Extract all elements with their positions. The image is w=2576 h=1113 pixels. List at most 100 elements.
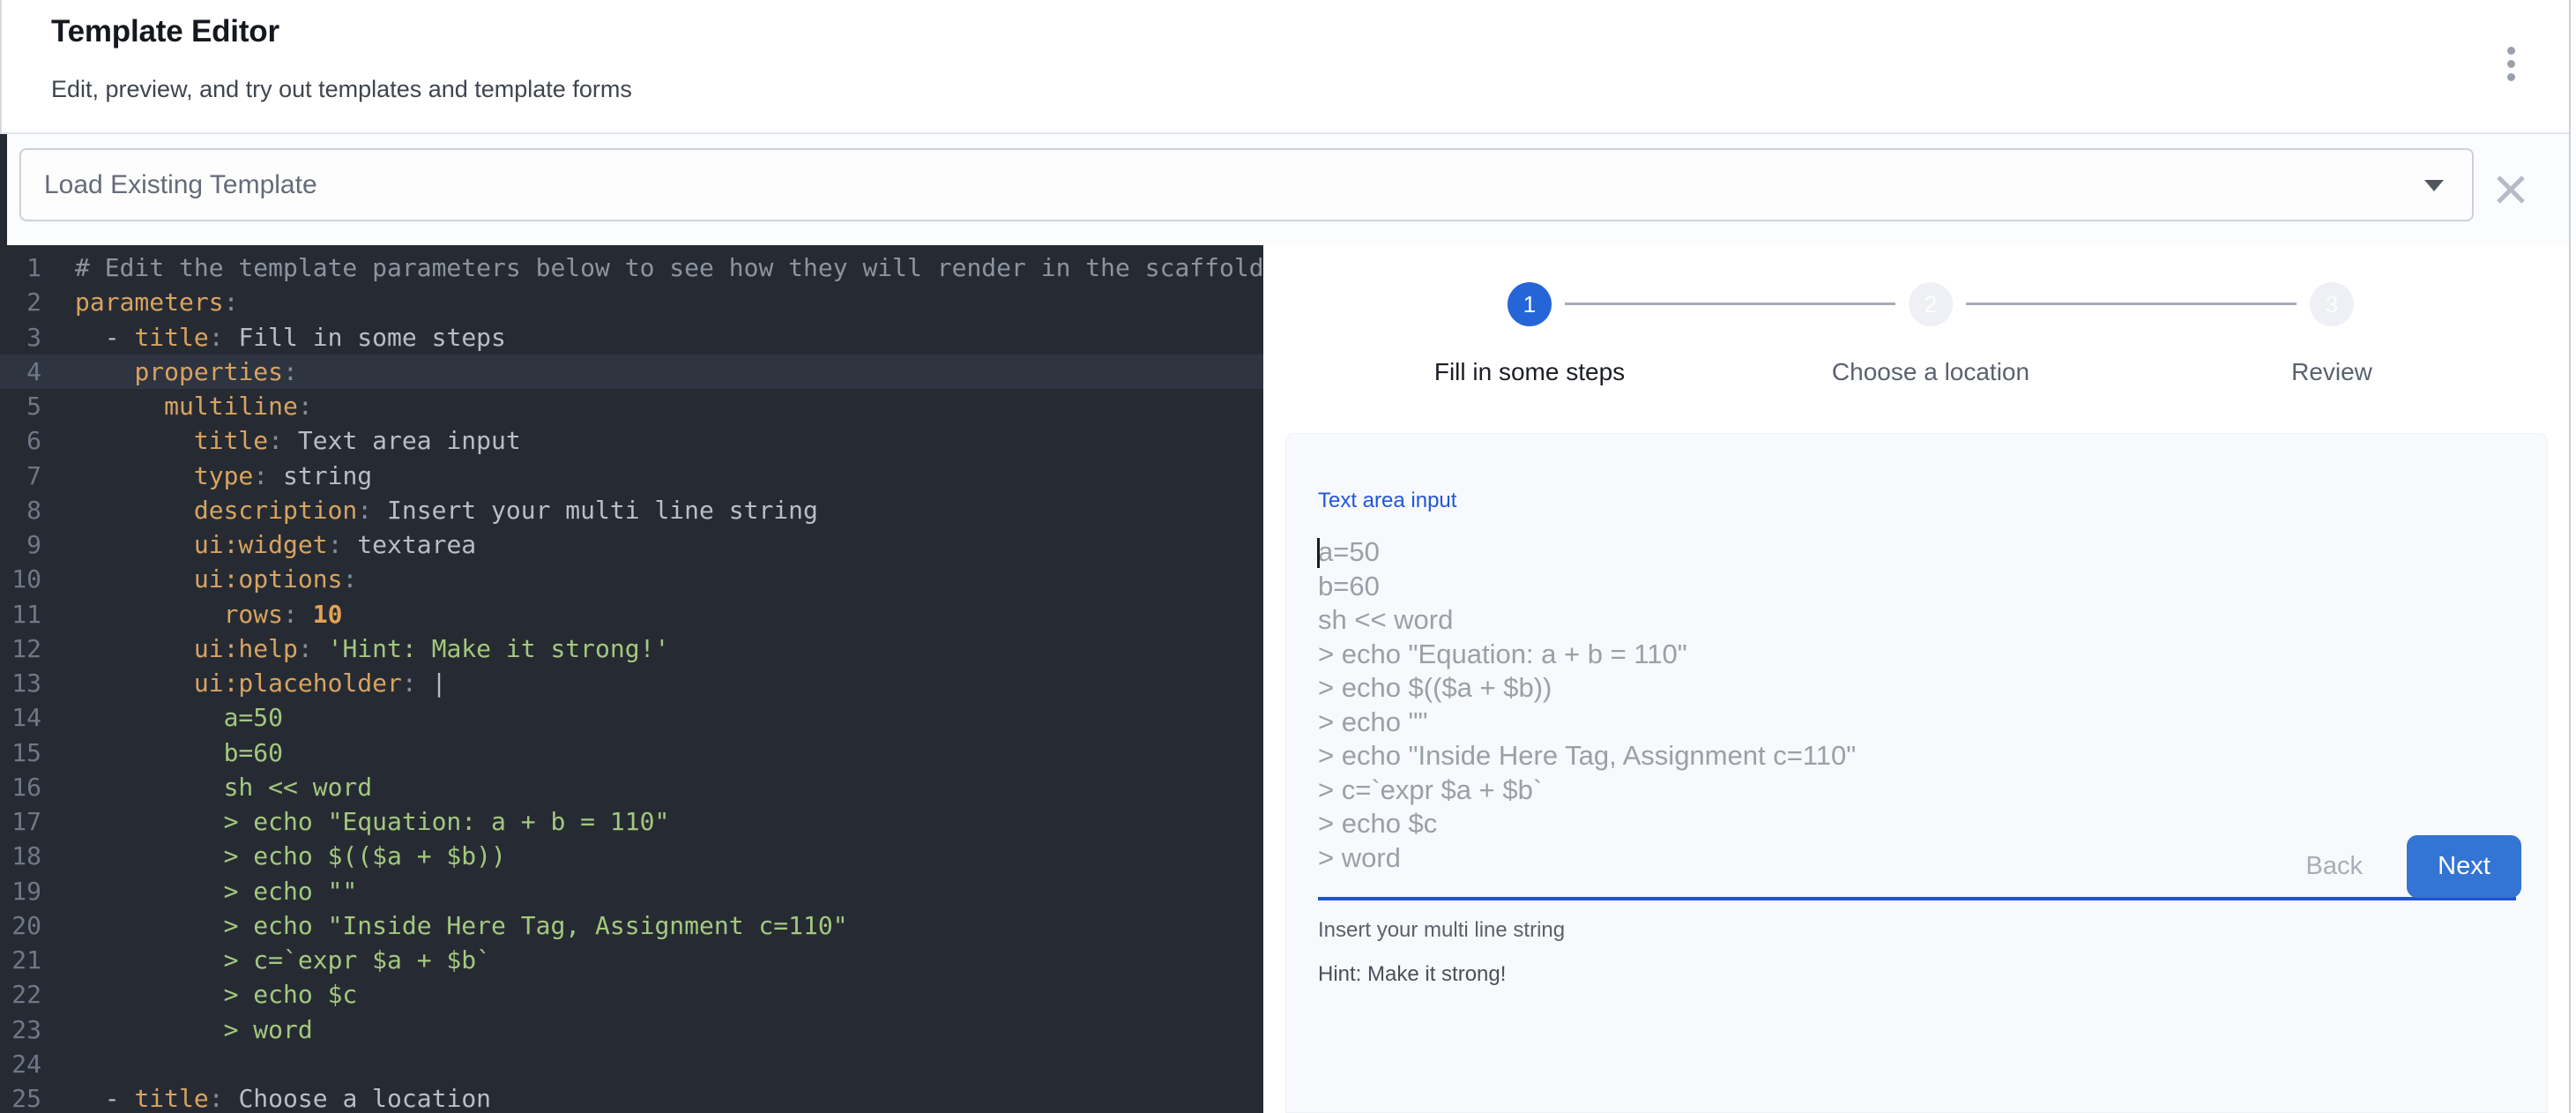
line-code: ui:options: <box>75 562 357 596</box>
template-editor-page: Template Editor Edit, preview, and try o… <box>0 0 2576 1113</box>
line-code: > echo "Inside Here Tag, Assignment c=11… <box>75 908 848 943</box>
step-label: Fill in some steps <box>1434 358 1625 386</box>
editor-line: 8 description: Insert your multi line st… <box>0 493 1263 527</box>
line-code: ui:widget: textarea <box>75 527 476 562</box>
close-icon <box>2491 170 2530 209</box>
line-number: 10 <box>0 562 41 596</box>
line-code: properties: <box>75 355 298 389</box>
editor-line: 21 > c=`expr $a + $b` <box>0 943 1263 977</box>
line-code: # Edit the template parameters below to … <box>75 250 1263 285</box>
line-number: 24 <box>0 1047 41 1081</box>
textarea-placeholder-line: > echo "Inside Here Tag, Assignment c=11… <box>1318 739 2516 773</box>
line-number: 11 <box>0 597 41 631</box>
textarea-placeholder-line: > echo "" <box>1318 706 2516 740</box>
line-number: 19 <box>0 874 41 908</box>
line-number: 1 <box>0 250 41 285</box>
editor-line: 18 > echo $(($a + $b)) <box>0 839 1263 873</box>
editor-line: 10 ui:options: <box>0 562 1263 596</box>
editor-line: 9 ui:widget: textarea <box>0 527 1263 562</box>
line-code: rows: 10 <box>75 597 342 631</box>
line-number: 16 <box>0 770 41 804</box>
line-code: > c=`expr $a + $b` <box>75 943 491 977</box>
editor-line: 1 # Edit the template parameters below to… <box>0 250 1263 285</box>
line-number: 4 <box>0 355 41 389</box>
editor-line: 11 rows: 10 <box>0 597 1263 631</box>
line-code: ui:help: 'Hint: Make it strong!' <box>75 631 669 666</box>
editor-line: 2 parameters: <box>0 285 1263 319</box>
line-code: a=50 <box>75 700 283 735</box>
line-number: 14 <box>0 700 41 735</box>
line-number: 12 <box>0 631 41 666</box>
more-options-button[interactable] <box>2493 35 2528 92</box>
step-connector <box>1966 303 2297 305</box>
editor-line: 25 - title: Choose a location <box>0 1081 1263 1113</box>
field-label: Text area input <box>1318 489 2547 513</box>
line-code: - title: Choose a location <box>75 1081 491 1113</box>
field-hint: Hint: Make it strong! <box>1318 962 2547 987</box>
kebab-dot-icon <box>2507 73 2515 81</box>
line-code: title: Text area input <box>75 423 521 458</box>
step-connector <box>1565 303 1895 305</box>
main-split: 1 # Edit the template parameters below to… <box>0 245 2576 1113</box>
load-template-placeholder: Load Existing Template <box>44 170 317 200</box>
line-number: 9 <box>0 527 41 562</box>
editor-line: 24 <box>0 1047 1263 1081</box>
textarea-placeholder-line: sh << word <box>1318 603 2516 638</box>
load-template-bar: Load Existing Template <box>0 134 2569 245</box>
form-card: Text area input a=50b=60sh << word> echo… <box>1285 433 2548 1113</box>
line-number: 18 <box>0 839 41 873</box>
line-number: 22 <box>0 977 41 1012</box>
line-code: > echo $(($a + $b)) <box>75 839 506 873</box>
line-code: type: string <box>75 459 372 493</box>
step-label: Choose a location <box>1832 358 2029 386</box>
line-code: > echo "" <box>75 874 357 908</box>
preview-panel: 1Fill in some steps2Choose a location3Re… <box>1263 245 2569 1113</box>
page-subtitle: Edit, preview, and try out templates and… <box>51 76 632 103</box>
line-number: 3 <box>0 320 41 355</box>
textarea-placeholder-line: > c=`expr $a + $b` <box>1318 773 2516 808</box>
kebab-dot-icon <box>2507 60 2515 68</box>
editor-line: 4 properties: <box>0 355 1263 389</box>
editor-line: 16 sh << word <box>0 770 1263 804</box>
back-button[interactable]: Back <box>2282 836 2387 897</box>
header: Template Editor Edit, preview, and try o… <box>2 0 2569 134</box>
line-number: 23 <box>0 1012 41 1047</box>
line-code: > echo $c <box>75 977 357 1012</box>
line-code: > word <box>75 1012 313 1047</box>
next-button[interactable]: Next <box>2407 835 2521 898</box>
line-code: parameters: <box>75 285 238 319</box>
editor-line: 7 type: string <box>0 459 1263 493</box>
load-template-select[interactable]: Load Existing Template <box>19 148 2474 221</box>
line-code: b=60 <box>75 736 283 770</box>
textarea-placeholder-line: > echo "Equation: a + b = 110" <box>1318 638 2516 672</box>
line-number: 6 <box>0 423 41 458</box>
textarea-placeholder-line: b=60 <box>1318 570 2516 604</box>
line-code: description: Insert your multi line stri… <box>75 493 818 527</box>
line-number: 21 <box>0 943 41 977</box>
line-number: 2 <box>0 285 41 319</box>
dropdown-caret-icon <box>2424 180 2444 191</box>
textarea-placeholder-line: > echo $(($a + $b)) <box>1318 671 2516 706</box>
editor-line: 23 > word <box>0 1012 1263 1047</box>
editor-line: 20 > echo "Inside Here Tag, Assignment c… <box>0 908 1263 943</box>
clear-template-button[interactable] <box>2491 170 2530 209</box>
line-number: 5 <box>0 389 41 423</box>
line-code: > echo "Equation: a + b = 110" <box>75 804 669 839</box>
stepper: 1Fill in some steps2Choose a location3Re… <box>1263 245 2569 433</box>
editor-line: 14 a=50 <box>0 700 1263 735</box>
line-number: 17 <box>0 804 41 839</box>
step-circle: 1 <box>1508 282 1552 326</box>
line-code: - title: Fill in some steps <box>75 320 506 355</box>
line-code: multiline: <box>75 389 313 423</box>
multiline-textarea[interactable]: a=50b=60sh << word> echo "Equation: a + … <box>1318 535 2516 875</box>
editor-line: 19 > echo "" <box>0 874 1263 908</box>
step-circle: 2 <box>1909 282 1953 326</box>
editor-line: 22 > echo $c <box>0 977 1263 1012</box>
editor-line: 15 b=60 <box>0 736 1263 770</box>
line-number: 15 <box>0 736 41 770</box>
editor-line: 6 title: Text area input <box>0 423 1263 458</box>
step-circle: 3 <box>2310 282 2354 326</box>
code-editor[interactable]: 1 # Edit the template parameters below to… <box>0 245 1263 1113</box>
editor-line: 3 - title: Fill in some steps <box>0 320 1263 355</box>
kebab-dot-icon <box>2507 47 2515 55</box>
